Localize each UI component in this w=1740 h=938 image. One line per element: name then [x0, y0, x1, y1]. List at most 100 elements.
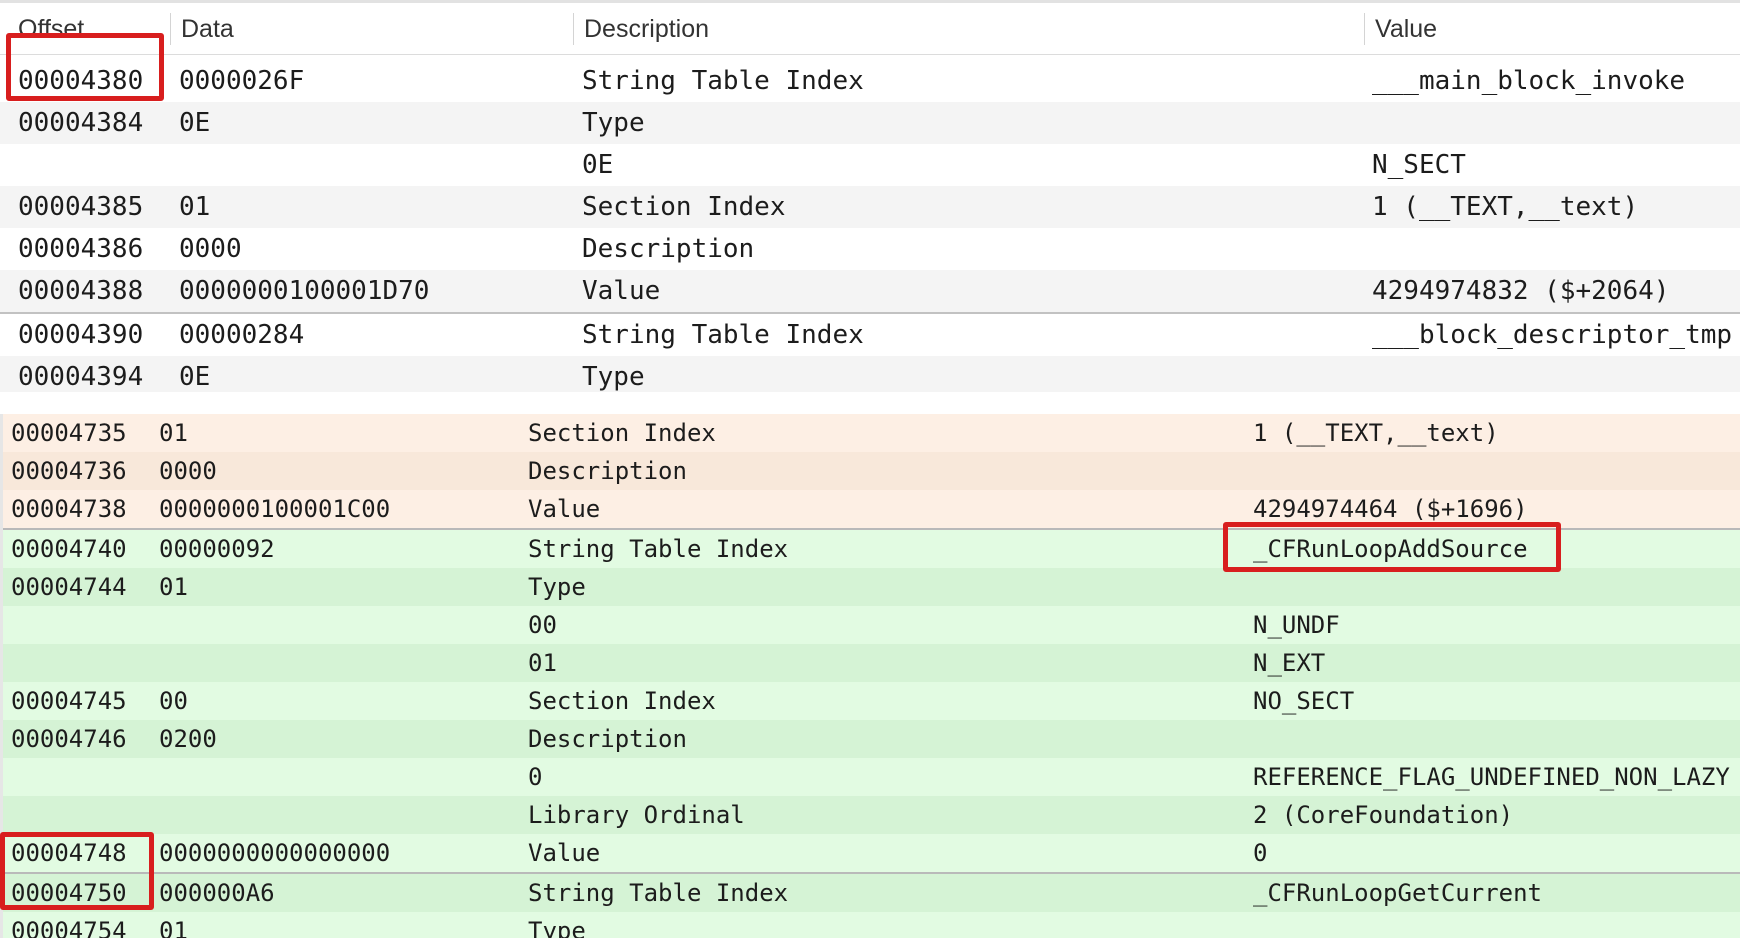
- description-cell: String Table Index: [582, 320, 864, 350]
- description-cell: Library Ordinal: [528, 801, 745, 829]
- offset-cell: 00004746: [11, 725, 127, 753]
- offset-cell: 00004380: [18, 66, 144, 96]
- description-cell: Value: [528, 839, 601, 867]
- value-cell: 2 (CoreFoundation): [1253, 801, 1514, 829]
- description-cell: Section Index: [582, 192, 786, 222]
- table-row[interactable]: 00004380 0000026F String Table Index ___…: [0, 60, 1740, 102]
- column-header-value[interactable]: Value: [1365, 3, 1740, 55]
- table-row[interactable]: 00004384 0E Type: [0, 102, 1740, 144]
- description-cell: Description: [528, 457, 687, 485]
- table-row[interactable]: 0E N_SECT: [0, 144, 1740, 186]
- value-cell: 1 (__TEXT,__text): [1372, 192, 1639, 222]
- value-cell: N_SECT: [1372, 150, 1466, 180]
- offset-cell: 00004738: [11, 495, 127, 523]
- data-cell: 0000026F: [179, 66, 305, 96]
- description-cell: Type: [528, 573, 586, 601]
- table-row[interactable]: 00004754 01 Type: [3, 912, 1740, 938]
- offset-cell: 00004384: [18, 108, 144, 138]
- value-cell: NO_SECT: [1253, 687, 1355, 715]
- value-cell: 4294974464 ($+1696): [1253, 495, 1528, 523]
- data-cell: 01: [159, 917, 188, 938]
- offset-cell: 00004736: [11, 457, 127, 485]
- offset-cell: 00004390: [18, 320, 144, 350]
- column-header-data[interactable]: Data: [171, 3, 571, 55]
- data-cell: 0E: [179, 362, 211, 392]
- value-cell: ___block_descriptor_tmp: [1372, 320, 1733, 350]
- value-cell: N_EXT: [1253, 649, 1326, 677]
- table-row[interactable]: 00004390 00000284 String Table Index ___…: [0, 314, 1740, 356]
- data-cell: 01: [159, 573, 188, 601]
- table-row[interactable]: 0 REFERENCE_FLAG_UNDEFINED_NON_LAZY: [3, 758, 1740, 797]
- offset-cell: 00004744: [11, 573, 127, 601]
- description-cell: 0: [528, 763, 543, 791]
- description-cell: String Table Index: [528, 879, 789, 907]
- table-row[interactable]: 00004388 0000000100001D70 Value 42949748…: [0, 270, 1740, 314]
- offset-cell: 00004745: [11, 687, 127, 715]
- data-cell: 00000284: [179, 320, 305, 350]
- table-row[interactable]: 00004736 0000 Description: [3, 452, 1740, 491]
- description-cell: 00: [528, 611, 557, 639]
- offset-cell: 00004754: [11, 917, 127, 938]
- value-cell: 1 (__TEXT,__text): [1253, 419, 1499, 447]
- data-cell: 0000000000000000: [159, 839, 391, 867]
- description-cell: Type: [582, 362, 645, 392]
- offset-cell: 00004740: [11, 535, 127, 563]
- data-cell: 0E: [179, 108, 211, 138]
- column-header-offset[interactable]: Offset: [8, 3, 168, 55]
- value-cell: _CFRunLoopGetCurrent: [1253, 879, 1542, 907]
- data-cell: 000000A6: [159, 879, 275, 907]
- description-cell: Section Index: [528, 419, 716, 447]
- offset-cell: 00004388: [18, 276, 144, 306]
- description-cell: Value: [528, 495, 601, 523]
- value-cell: 0: [1253, 839, 1268, 867]
- offset-cell: 00004386: [18, 234, 144, 264]
- symbol-table-top-panel: Offset Data Description Value 00004380 0…: [0, 0, 1740, 392]
- data-cell: 00: [159, 687, 188, 715]
- data-cell: 01: [179, 192, 211, 222]
- table-row[interactable]: 00004746 0200 Description: [3, 720, 1740, 759]
- value-cell: 4294974832 ($+2064): [1372, 276, 1670, 306]
- data-cell: 00000092: [159, 535, 275, 563]
- offset-cell: 00004394: [18, 362, 144, 392]
- offset-cell: 00004748: [11, 839, 127, 867]
- description-cell: Description: [582, 234, 755, 264]
- description-cell: Type: [528, 917, 586, 938]
- column-header-description[interactable]: Description: [574, 3, 1364, 55]
- description-cell: 0E: [582, 150, 614, 180]
- table-row[interactable]: 00004735 01 Section Index 1 (__TEXT,__te…: [3, 414, 1740, 453]
- table-row[interactable]: 00004385 01 Section Index 1 (__TEXT,__te…: [0, 186, 1740, 228]
- table-row[interactable]: 00004740 00000092 String Table Index _CF…: [3, 530, 1740, 569]
- value-cell: REFERENCE_FLAG_UNDEFINED_NON_LAZY: [1253, 763, 1730, 791]
- description-cell: Description: [528, 725, 687, 753]
- table-row[interactable]: Library Ordinal 2 (CoreFoundation): [3, 796, 1740, 835]
- symbol-table-bottom-panel: 00004735 01 Section Index 1 (__TEXT,__te…: [0, 414, 1740, 938]
- offset-cell: 00004385: [18, 192, 144, 222]
- table-row[interactable]: 00004744 01 Type: [3, 568, 1740, 607]
- value-cell: N_UNDF: [1253, 611, 1340, 639]
- value-cell: _CFRunLoopAddSource: [1253, 535, 1528, 563]
- description-cell: Type: [582, 108, 645, 138]
- description-cell: 01: [528, 649, 557, 677]
- table-row[interactable]: 00004394 0E Type: [0, 356, 1740, 392]
- table-row[interactable]: 00004386 0000 Description: [0, 228, 1740, 270]
- offset-cell: 00004750: [11, 879, 127, 907]
- table-row[interactable]: 00004738 0000000100001C00 Value 42949744…: [3, 490, 1740, 530]
- table-row[interactable]: 00004745 00 Section Index NO_SECT: [3, 682, 1740, 721]
- table-row[interactable]: 01 N_EXT: [3, 644, 1740, 683]
- data-cell: 0000000100001D70: [179, 276, 430, 306]
- description-cell: Value: [582, 276, 661, 306]
- data-cell: 0000: [159, 457, 217, 485]
- description-cell: Section Index: [528, 687, 716, 715]
- table-row[interactable]: 00004750 000000A6 String Table Index _CF…: [3, 874, 1740, 913]
- table-row[interactable]: 00004748 0000000000000000 Value 0: [3, 834, 1740, 874]
- data-cell: 0200: [159, 725, 217, 753]
- data-cell: 01: [159, 419, 188, 447]
- value-cell: ___main_block_invoke: [1372, 66, 1686, 96]
- data-cell: 0000000100001C00: [159, 495, 391, 523]
- description-cell: String Table Index: [582, 66, 864, 96]
- description-cell: String Table Index: [528, 535, 789, 563]
- offset-cell: 00004735: [11, 419, 127, 447]
- column-header-row: Offset Data Description Value: [0, 0, 1740, 55]
- data-cell: 0000: [179, 234, 242, 264]
- table-row[interactable]: 00 N_UNDF: [3, 606, 1740, 645]
